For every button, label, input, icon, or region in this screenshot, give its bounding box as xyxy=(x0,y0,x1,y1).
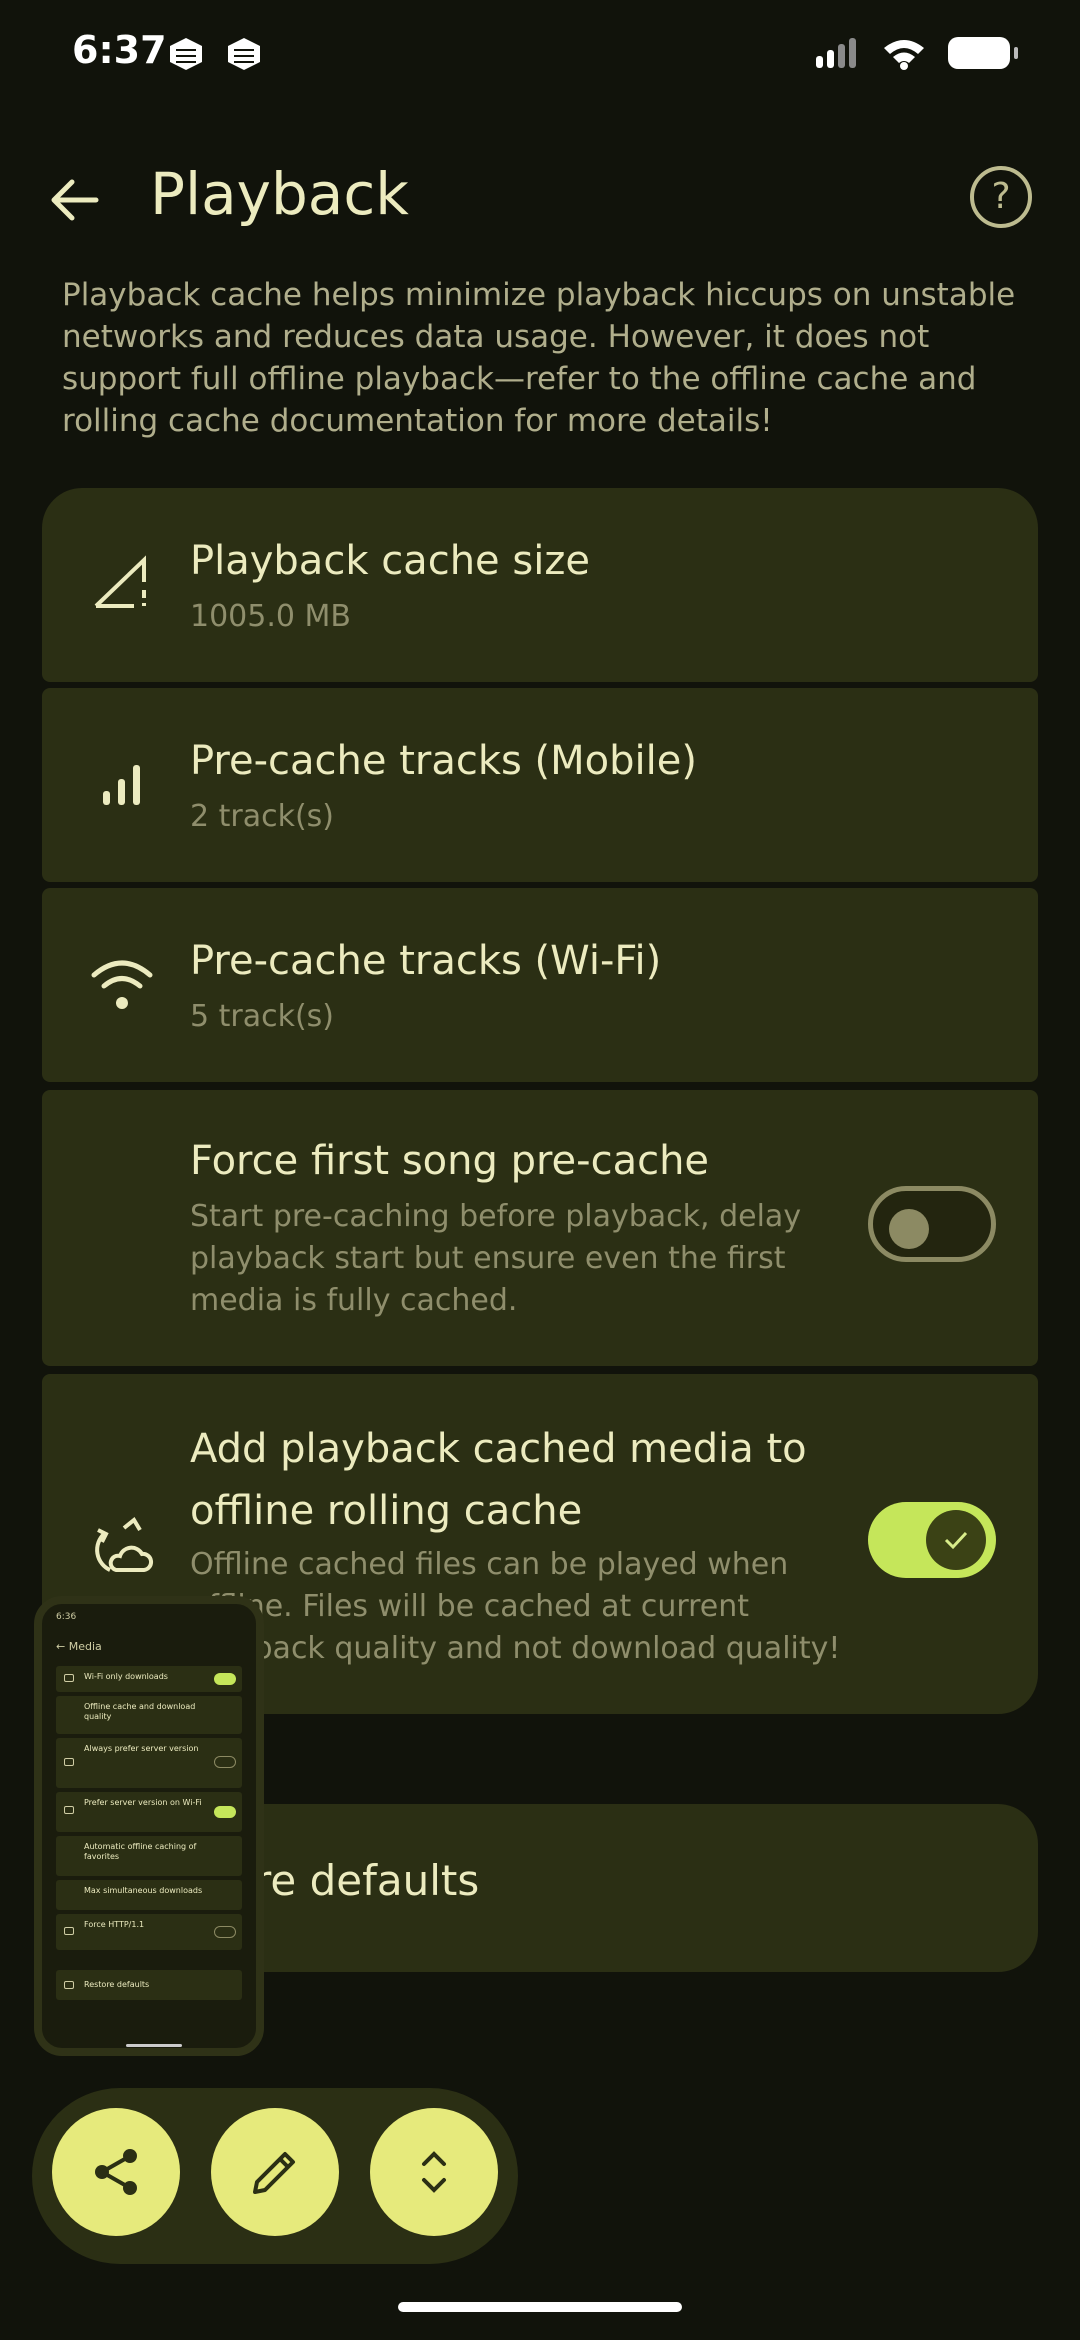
share-icon xyxy=(95,2149,137,2195)
screenshot-actions-bar xyxy=(32,2088,518,2264)
cloud-sync-icon xyxy=(86,1512,158,1584)
setting-title: Pre-cache tracks (Wi-Fi) xyxy=(190,938,662,984)
preview-homebar xyxy=(126,2044,182,2047)
setting-force-first-song[interactable]: Force first song pre-cache Start pre-cac… xyxy=(42,1090,1038,1366)
home-indicator[interactable] xyxy=(398,2302,682,2312)
share-button[interactable] xyxy=(52,2108,180,2236)
setting-subtitle: Start pre-caching before playback, delay… xyxy=(190,1199,802,1318)
notification-icon xyxy=(228,38,260,70)
screenshot-preview[interactable]: 6:36 ← Media Wi-Fi only downloads Offlin… xyxy=(34,1596,264,2056)
edit-button[interactable] xyxy=(211,2108,339,2236)
storage-icon xyxy=(86,546,158,618)
check-icon xyxy=(926,1510,986,1570)
preview-row: Max simultaneous downloads xyxy=(56,1880,242,1910)
help-icon[interactable]: ? xyxy=(970,166,1032,228)
arrow-back-icon[interactable] xyxy=(44,170,104,230)
expand-button[interactable] xyxy=(370,2108,498,2236)
preview-row: Restore defaults xyxy=(56,1970,242,2000)
setting-title: Playback cache size xyxy=(190,538,590,584)
battery-icon xyxy=(948,37,1018,69)
preview-title: ← Media xyxy=(56,1640,102,1653)
setting-subtitle: 5 track(s) xyxy=(190,999,335,1034)
description-text: Playback cache helps minimize playback h… xyxy=(62,277,1016,439)
page-title: Playback xyxy=(150,160,409,228)
setting-playback-cache-size[interactable]: Playback cache size 1005.0 MB xyxy=(42,488,1038,682)
setting-precache-mobile[interactable]: Pre-cache tracks (Mobile) 2 track(s) xyxy=(42,688,1038,882)
preview-row: Automatic offline caching of favorites xyxy=(56,1836,242,1876)
top-app-bar: Playback ? xyxy=(0,150,1080,270)
setting-subtitle: 1005.0 MB xyxy=(190,599,351,634)
unfold-icon xyxy=(422,2151,446,2193)
force-first-song-toggle[interactable] xyxy=(868,1186,996,1262)
preview-row: Force HTTP/1.1 xyxy=(56,1914,242,1950)
preview-row: Wi-Fi only downloads xyxy=(56,1666,242,1692)
setting-precache-wifi[interactable]: Pre-cache tracks (Wi-Fi) 5 track(s) xyxy=(42,888,1038,1082)
rolling-cache-toggle[interactable] xyxy=(868,1502,996,1578)
status-time: 6:37 xyxy=(72,28,167,72)
setting-subtitle: Offline cached files can be played when … xyxy=(190,1547,841,1666)
notification-icon xyxy=(170,38,202,70)
setting-subtitle: 2 track(s) xyxy=(190,799,335,834)
preview-row: Prefer server version on Wi-Fi xyxy=(56,1792,242,1832)
pencil-icon xyxy=(253,2152,295,2194)
preview-row: Always prefer server version xyxy=(56,1738,242,1788)
status-bar: 6:37 xyxy=(0,0,1080,110)
cellular-bars-icon xyxy=(86,748,158,820)
wifi-status-icon xyxy=(884,40,924,70)
cell-signal-icon xyxy=(816,38,856,68)
setting-title: Add playback cached media to offline rol… xyxy=(190,1426,807,1534)
setting-title: Pre-cache tracks (Mobile) xyxy=(190,738,697,784)
wifi-icon xyxy=(86,948,158,1020)
setting-title: Force first song pre-cache xyxy=(190,1138,710,1184)
preview-time: 6:36 xyxy=(56,1612,77,1622)
preview-row: Offline cache and download quality xyxy=(56,1696,242,1734)
